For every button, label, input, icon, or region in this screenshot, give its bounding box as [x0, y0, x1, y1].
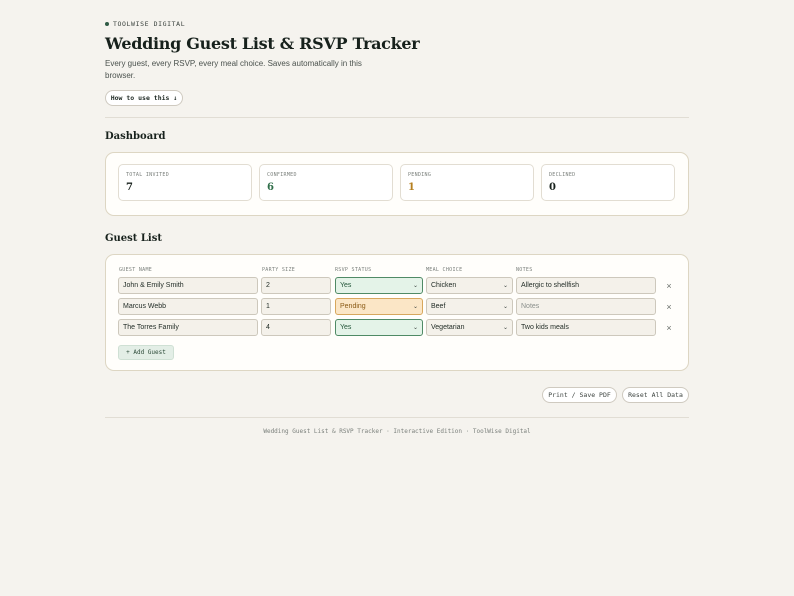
column-header-rsvp: RSVP STATUS [335, 267, 372, 273]
guest-name-input[interactable]: The Torres Family [118, 319, 258, 336]
reset-all-data-button[interactable]: Reset All Data [622, 387, 689, 403]
chevron-down-icon: ⌄ [412, 283, 418, 289]
column-header-party-size: PARTY SIZE [262, 267, 296, 273]
stat-value: 7 [126, 182, 133, 193]
stat-value: 1 [408, 182, 415, 193]
notes-input[interactable]: Allergic to shellfish [516, 277, 656, 294]
stat-label: PENDING [408, 172, 432, 178]
remove-guest-button[interactable]: × [664, 277, 674, 294]
meal-choice-value: Vegetarian [431, 324, 465, 331]
chevron-down-icon: ⌄ [502, 325, 508, 331]
guest-name-input[interactable]: John & Emily Smith [118, 277, 258, 294]
print-save-pdf-button[interactable]: Print / Save PDF [542, 387, 617, 403]
column-header-name: GUEST NAME [119, 267, 153, 273]
meal-choice-select[interactable]: Beef ⌄ [426, 298, 513, 315]
meal-choice-value: Beef [431, 303, 446, 310]
stat-declined: DECLINED 0 [541, 164, 675, 201]
notes-input[interactable]: Notes [516, 298, 656, 315]
guest-list-title: Guest List [105, 233, 162, 244]
rsvp-status-select[interactable]: Yes ⌄ [335, 319, 423, 336]
meal-choice-select[interactable]: Vegetarian ⌄ [426, 319, 513, 336]
column-header-meal: MEAL CHOICE [426, 267, 463, 273]
column-header-notes: NOTES [516, 267, 533, 273]
stat-value: 0 [549, 182, 556, 193]
stat-confirmed: CONFIRMED 6 [259, 164, 393, 201]
chevron-down-icon: ⌄ [412, 325, 418, 331]
chevron-down-icon: ⌄ [412, 304, 418, 310]
party-size-input[interactable]: 1 [261, 298, 331, 315]
divider [105, 117, 689, 118]
stat-label: TOTAL INVITED [126, 172, 170, 178]
rsvp-status-value: Pending [340, 303, 366, 310]
meal-choice-select[interactable]: Chicken ⌄ [426, 277, 513, 294]
remove-guest-button[interactable]: × [664, 319, 674, 336]
footer-text: Wedding Guest List & RSVP Tracker · Inte… [263, 428, 531, 435]
brand: TOOLWISE DIGITAL [105, 20, 185, 28]
party-size-input[interactable]: 2 [261, 277, 331, 294]
stat-value: 6 [267, 182, 274, 193]
how-to-use-button[interactable]: How to use this ↓ [105, 90, 183, 106]
dashboard-title: Dashboard [105, 131, 166, 142]
notes-input[interactable]: Two kids meals [516, 319, 656, 336]
footer-divider [105, 417, 689, 418]
meal-choice-value: Chicken [431, 282, 457, 289]
rsvp-status-select[interactable]: Yes ⌄ [335, 277, 423, 294]
page-subtitle: Every guest, every RSVP, every meal choi… [105, 59, 362, 80]
remove-guest-button[interactable]: × [664, 298, 674, 315]
rsvp-status-select[interactable]: Pending ⌄ [335, 298, 423, 315]
chevron-down-icon: ⌄ [502, 283, 508, 289]
rsvp-status-value: Yes [340, 282, 352, 289]
stat-total-invited: TOTAL INVITED 7 [118, 164, 252, 201]
stat-label: CONFIRMED [267, 172, 297, 178]
brand-dot-icon [105, 22, 109, 26]
add-guest-button[interactable]: + Add Guest [118, 345, 174, 360]
guest-name-input[interactable]: Marcus Webb [118, 298, 258, 315]
page-title: Wedding Guest List & RSVP Tracker [105, 34, 420, 53]
party-size-input[interactable]: 4 [261, 319, 331, 336]
chevron-down-icon: ⌄ [502, 304, 508, 310]
stat-label: DECLINED [549, 172, 576, 178]
rsvp-status-value: Yes [340, 324, 352, 331]
brand-label: TOOLWISE DIGITAL [113, 20, 186, 28]
guest-list-card: GUEST NAME PARTY SIZE RSVP STATUS MEAL C… [105, 254, 689, 371]
dashboard-card: TOTAL INVITED 7 CONFIRMED 6 PENDING 1 DE… [105, 152, 689, 216]
stat-pending: PENDING 1 [400, 164, 534, 201]
